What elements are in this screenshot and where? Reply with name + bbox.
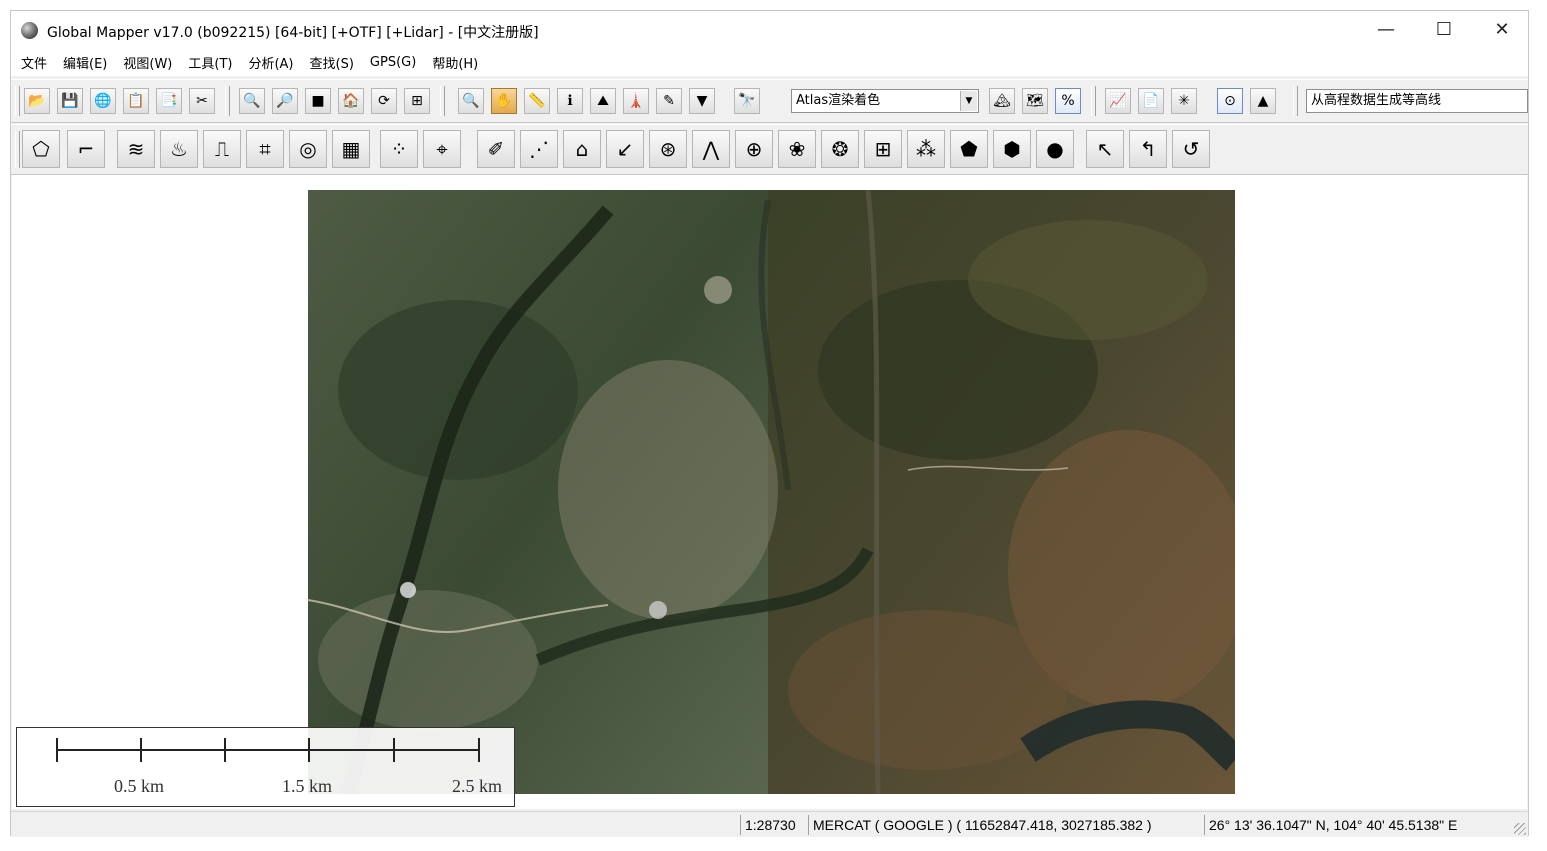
status-projection: MERCAT ( GOOGLE ) ( 11652847.418, 302718… xyxy=(808,815,1152,835)
create-area-icon[interactable]: ⬠ xyxy=(22,130,60,168)
toolbar-separator xyxy=(440,86,445,116)
fill-area-icon[interactable]: ⬟ xyxy=(950,130,988,168)
ridge-icon[interactable]: ⋀ xyxy=(692,130,730,168)
digitizer-toolbar: ⬠ ⌐ ≋ ♨ ⎍ ⌗ ◎ ▦ ⁘ ⌖ ✐ ⋰ ⌂ ↙ ⊛ ⋀ ⊕ ❀ ❂ ⊞ … xyxy=(11,124,1528,175)
scale-bar: 0.5 km 1.5 km 2.5 km xyxy=(16,727,515,807)
grid-stats-icon[interactable]: ⊞ xyxy=(864,130,902,168)
blob-icon[interactable]: ● xyxy=(1036,130,1074,168)
layer-control-icon[interactable]: 📑 xyxy=(156,88,182,114)
satellite-imagery[interactable] xyxy=(308,190,1235,794)
building-icon[interactable]: ⌂ xyxy=(563,130,601,168)
toolbar-separator xyxy=(1091,86,1096,116)
toolbar-grip[interactable] xyxy=(15,86,20,116)
profile-chart-icon[interactable]: 📈 xyxy=(1105,88,1131,114)
minimize-button[interactable]: — xyxy=(1357,11,1415,49)
toolbar-grip[interactable] xyxy=(15,131,20,168)
tool-select[interactable]: 从高程数据生成等高线 xyxy=(1306,89,1528,113)
status-scale: 1:28730 xyxy=(740,815,796,835)
undo-step-icon[interactable]: ↰ xyxy=(1129,130,1167,168)
scale-bar-ruler xyxy=(56,738,480,762)
zoom-tool-icon[interactable]: 🔍 xyxy=(458,88,484,114)
menu-analysis[interactable]: 分析(A) xyxy=(240,53,301,72)
feature-info-icon[interactable]: ℹ xyxy=(557,88,583,114)
menu-bar: 文件 编辑(E) 视图(W) 工具(T) 分析(A) 查找(S) GPS(G) … xyxy=(11,49,1528,76)
edit-line-icon[interactable]: ⎍ xyxy=(203,130,241,168)
noise-icon[interactable]: ❂ xyxy=(821,130,859,168)
cluster-icon[interactable]: ❀ xyxy=(778,130,816,168)
percent-slope-icon[interactable]: % xyxy=(1055,88,1081,114)
main-toolbar: 📂 💾 🌐 📋 📑 ✂ 🔍 🔎 ■ 🏠 ⟳ ⊞ 🔍 ✋ 📏 ℹ ⛰ 🗼 ✎ ▼ … xyxy=(11,79,1528,123)
create-line-icon[interactable]: ⌐ xyxy=(67,130,105,168)
map-canvas[interactable]: 0.5 km 1.5 km 2.5 km xyxy=(12,175,1527,809)
menu-search[interactable]: 查找(S) xyxy=(302,53,362,72)
tool-select-value: 从高程数据生成等高线 xyxy=(1311,93,1442,108)
contour-icon[interactable]: ≋ xyxy=(117,130,155,168)
title-bar: Global Mapper v17.0 (b092215) [64-bit] [… xyxy=(11,11,1528,49)
arrow-left-icon[interactable]: ↖ xyxy=(1086,130,1124,168)
window-title: Global Mapper v17.0 (b092215) [64-bit] [… xyxy=(47,25,539,41)
menu-tools[interactable]: 工具(T) xyxy=(180,53,240,72)
digitizer-icon[interactable]: ✎ xyxy=(656,88,682,114)
north-arrow-icon[interactable]: ▲ xyxy=(1250,88,1276,114)
vertex-icon[interactable]: ⌖ xyxy=(423,130,461,168)
dropdown-tool-icon[interactable]: ▼ xyxy=(689,88,715,114)
menu-view[interactable]: 视图(W) xyxy=(115,53,180,72)
export-icon[interactable]: 📄 xyxy=(1138,88,1164,114)
grid-icon[interactable]: ⊞ xyxy=(404,88,430,114)
gps-target-icon[interactable]: ⊙ xyxy=(1217,88,1243,114)
code-icon[interactable]: ⌗ xyxy=(246,130,284,168)
3d-view-icon[interactable]: 🗺 xyxy=(1022,88,1048,114)
scale-label: 1.5 km xyxy=(282,776,333,796)
maximize-button[interactable]: ☐ xyxy=(1415,11,1473,49)
globe-icon[interactable]: 🌐 xyxy=(90,88,116,114)
refresh-icon[interactable]: ⟳ xyxy=(371,88,397,114)
power-line-icon[interactable]: ↙ xyxy=(606,130,644,168)
menu-help[interactable]: 帮助(H) xyxy=(424,53,486,72)
lidar-draw-icon[interactable]: ✐ xyxy=(477,130,515,168)
shader-select[interactable]: Atlas渲染着色 ▼ xyxy=(791,89,979,113)
globe-app-icon xyxy=(21,22,38,39)
status-bar: 1:28730 MERCAT ( GOOGLE ) ( 11652847.418… xyxy=(11,811,1528,837)
close-button[interactable]: ✕ xyxy=(1473,11,1531,49)
zoom-in-icon[interactable]: 🔍 xyxy=(239,88,265,114)
menu-gps[interactable]: GPS(G) xyxy=(362,55,424,70)
save-icon[interactable]: 💾 xyxy=(57,88,83,114)
scale-label: 0.5 km xyxy=(114,776,165,796)
crosshair-disabled-icon[interactable]: ✳ xyxy=(1171,88,1197,114)
crop-area-icon[interactable]: ⬢ xyxy=(993,130,1031,168)
measure-icon[interactable]: 📏 xyxy=(524,88,550,114)
home-icon[interactable]: 🏠 xyxy=(338,88,364,114)
toolbar-separator xyxy=(1293,86,1298,116)
area-feature-icon[interactable]: ⊕ xyxy=(735,130,773,168)
rotate-icon[interactable]: ↺ xyxy=(1172,130,1210,168)
lidar-class-icon[interactable]: ⋰ xyxy=(520,130,558,168)
scale-label: 2.5 km xyxy=(452,776,503,796)
shader-select-value: Atlas渲染着色 xyxy=(796,93,881,108)
open-folder-icon[interactable]: 📂 xyxy=(24,88,50,114)
grid-pattern-icon[interactable]: ▦ xyxy=(332,130,370,168)
status-geo-coords: 26° 13' 36.1047" N, 104° 40' 45.5138" E xyxy=(1204,815,1457,835)
scatter-icon[interactable]: ⁂ xyxy=(907,130,945,168)
tower-icon[interactable]: 🗼 xyxy=(623,88,649,114)
buffer-icon[interactable]: ◎ xyxy=(289,130,327,168)
map-layout-icon[interactable]: 📋 xyxy=(123,88,149,114)
chevron-down-icon[interactable]: ▼ xyxy=(960,91,977,111)
menu-file[interactable]: 文件 xyxy=(13,53,55,72)
full-view-icon[interactable]: ■ xyxy=(305,88,331,114)
terrain-shader-icon[interactable]: 🏔 xyxy=(989,88,1015,114)
app-window: Global Mapper v17.0 (b092215) [64-bit] [… xyxy=(10,10,1529,837)
menu-edit[interactable]: 编辑(E) xyxy=(55,53,115,72)
zoom-out-icon[interactable]: 🔎 xyxy=(272,88,298,114)
resize-grip-icon[interactable] xyxy=(1514,823,1526,835)
point-cloud-icon[interactable]: ⁘ xyxy=(380,130,418,168)
toolbar-separator xyxy=(225,86,230,116)
binoculars-icon[interactable]: 🔭 xyxy=(734,88,760,114)
tools-icon[interactable]: ✂ xyxy=(189,88,215,114)
pan-hand-icon[interactable]: ✋ xyxy=(491,88,517,114)
tree-icon[interactable]: ⊛ xyxy=(649,130,687,168)
watershed-icon[interactable]: ♨ xyxy=(160,130,198,168)
path-profile-icon[interactable]: ⛰ xyxy=(590,88,616,114)
